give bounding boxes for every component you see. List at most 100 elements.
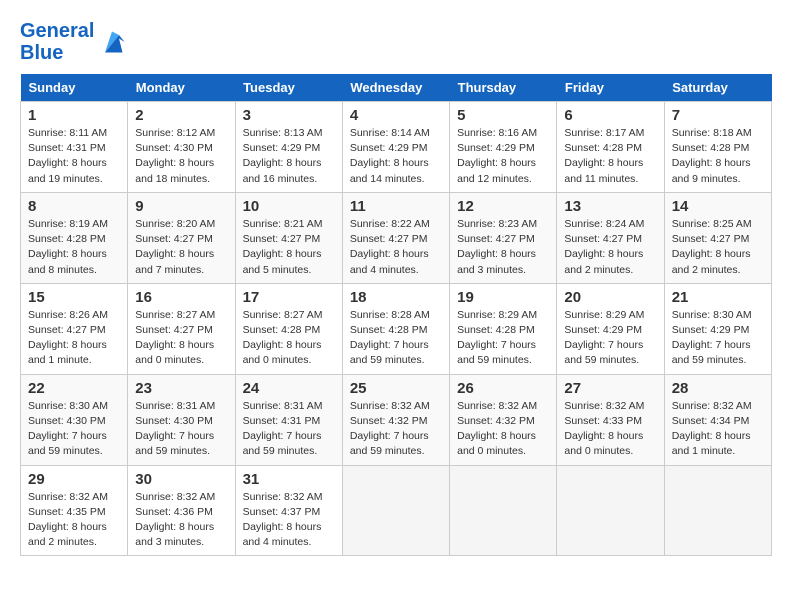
day-cell: 8 Sunrise: 8:19 AM Sunset: 4:28 PM Daylig…: [21, 192, 128, 283]
day-info: Sunrise: 8:22 AM Sunset: 4:27 PM Dayligh…: [350, 217, 442, 278]
day-number: 18: [350, 289, 442, 306]
day-cell: 26 Sunrise: 8:32 AM Sunset: 4:32 PM Dayli…: [450, 374, 557, 465]
day-info: Sunrise: 8:13 AM Sunset: 4:29 PM Dayligh…: [243, 126, 335, 187]
day-cell: 23Sunrise: 8:31 AM Sunset: 4:30 PM Dayli…: [128, 374, 235, 465]
day-cell: 31 Sunrise: 8:32 AM Sunset: 4:37 PM Dayli…: [235, 465, 342, 556]
day-cell: 21 Sunrise: 8:30 AM Sunset: 4:29 PM Dayli…: [664, 283, 771, 374]
day-info: Sunrise: 8:27 AM Sunset: 4:27 PM Dayligh…: [135, 308, 227, 369]
day-cell: 24 Sunrise: 8:31 AM Sunset: 4:31 PM Dayli…: [235, 374, 342, 465]
col-header-friday: Friday: [557, 74, 664, 102]
week-row-1: 1 Sunrise: 8:11 AM Sunset: 4:31 PM Daylig…: [21, 102, 772, 193]
day-number: 30: [135, 471, 227, 488]
day-number: 5: [457, 107, 549, 124]
day-info: Sunrise: 8:24 AM Sunset: 4:27 PM Dayligh…: [564, 217, 656, 278]
week-row-2: 8 Sunrise: 8:19 AM Sunset: 4:28 PM Daylig…: [21, 192, 772, 283]
day-cell: 11 Sunrise: 8:22 AM Sunset: 4:27 PM Dayli…: [342, 192, 449, 283]
day-cell: 27 Sunrise: 8:32 AM Sunset: 4:33 PM Dayli…: [557, 374, 664, 465]
page-header: General Blue: [20, 20, 772, 64]
day-info: Sunrise: 8:18 AM Sunset: 4:28 PM Dayligh…: [672, 126, 764, 187]
logo-icon: [98, 28, 126, 56]
day-cell: 14 Sunrise: 8:25 AM Sunset: 4:27 PM Dayli…: [664, 192, 771, 283]
day-number: 27: [564, 380, 656, 397]
day-cell: 3 Sunrise: 8:13 AM Sunset: 4:29 PM Daylig…: [235, 102, 342, 193]
day-info: Sunrise: 8:32 AM Sunset: 4:34 PM Dayligh…: [672, 399, 764, 460]
day-cell: 30 Sunrise: 8:32 AM Sunset: 4:36 PM Dayli…: [128, 465, 235, 556]
calendar-table: SundayMondayTuesdayWednesdayThursdayFrid…: [20, 74, 772, 556]
week-row-3: 15 Sunrise: 8:26 AM Sunset: 4:27 PM Dayli…: [21, 283, 772, 374]
day-info: Sunrise: 8:30 AM Sunset: 4:30 PM Dayligh…: [28, 399, 120, 460]
day-cell: 15 Sunrise: 8:26 AM Sunset: 4:27 PM Dayli…: [21, 283, 128, 374]
day-info: Sunrise: 8:29 AM Sunset: 4:28 PM Dayligh…: [457, 308, 549, 369]
day-number: 24: [243, 380, 335, 397]
day-info: Sunrise: 8:16 AM Sunset: 4:29 PM Dayligh…: [457, 126, 549, 187]
day-cell: 19 Sunrise: 8:29 AM Sunset: 4:28 PM Dayli…: [450, 283, 557, 374]
day-info: Sunrise: 8:32 AM Sunset: 4:35 PM Dayligh…: [28, 490, 120, 551]
col-header-saturday: Saturday: [664, 74, 771, 102]
day-info: Sunrise: 8:32 AM Sunset: 4:33 PM Dayligh…: [564, 399, 656, 460]
day-cell: 13 Sunrise: 8:24 AM Sunset: 4:27 PM Dayli…: [557, 192, 664, 283]
day-info: Sunrise: 8:32 AM Sunset: 4:37 PM Dayligh…: [243, 490, 335, 551]
day-info: Sunrise: 8:32 AM Sunset: 4:32 PM Dayligh…: [350, 399, 442, 460]
col-header-monday: Monday: [128, 74, 235, 102]
day-number: 17: [243, 289, 335, 306]
day-cell: [664, 465, 771, 556]
day-info: Sunrise: 8:29 AM Sunset: 4:29 PM Dayligh…: [564, 308, 656, 369]
day-cell: [342, 465, 449, 556]
day-cell: 12 Sunrise: 8:23 AM Sunset: 4:27 PM Dayli…: [450, 192, 557, 283]
day-number: 10: [243, 198, 335, 215]
day-number: 25: [350, 380, 442, 397]
day-cell: 5 Sunrise: 8:16 AM Sunset: 4:29 PM Daylig…: [450, 102, 557, 193]
day-number: 9: [135, 198, 227, 215]
day-number: 26: [457, 380, 549, 397]
day-cell: 1 Sunrise: 8:11 AM Sunset: 4:31 PM Daylig…: [21, 102, 128, 193]
day-info: Sunrise: 8:31 AM Sunset: 4:31 PM Dayligh…: [243, 399, 335, 460]
day-cell: 17 Sunrise: 8:27 AM Sunset: 4:28 PM Dayli…: [235, 283, 342, 374]
day-cell: 6 Sunrise: 8:17 AM Sunset: 4:28 PM Daylig…: [557, 102, 664, 193]
day-info: Sunrise: 8:27 AM Sunset: 4:28 PM Dayligh…: [243, 308, 335, 369]
col-header-tuesday: Tuesday: [235, 74, 342, 102]
day-cell: [557, 465, 664, 556]
day-info: Sunrise: 8:26 AM Sunset: 4:27 PM Dayligh…: [28, 308, 120, 369]
day-cell: 10 Sunrise: 8:21 AM Sunset: 4:27 PM Dayli…: [235, 192, 342, 283]
day-info: Sunrise: 8:31 AM Sunset: 4:30 PM Dayligh…: [135, 399, 227, 460]
day-number: 11: [350, 198, 442, 215]
day-info: Sunrise: 8:32 AM Sunset: 4:36 PM Dayligh…: [135, 490, 227, 551]
day-number: 3: [243, 107, 335, 124]
day-number: 7: [672, 107, 764, 124]
day-number: 8: [28, 198, 120, 215]
day-number: 19: [457, 289, 549, 306]
day-number: 16: [135, 289, 227, 306]
col-header-wednesday: Wednesday: [342, 74, 449, 102]
day-number: 6: [564, 107, 656, 124]
day-cell: 20Sunrise: 8:29 AM Sunset: 4:29 PM Dayli…: [557, 283, 664, 374]
day-info: Sunrise: 8:14 AM Sunset: 4:29 PM Dayligh…: [350, 126, 442, 187]
day-cell: 4Sunrise: 8:14 AM Sunset: 4:29 PM Daylig…: [342, 102, 449, 193]
day-info: Sunrise: 8:21 AM Sunset: 4:27 PM Dayligh…: [243, 217, 335, 278]
day-cell: 16 Sunrise: 8:27 AM Sunset: 4:27 PM Dayli…: [128, 283, 235, 374]
day-number: 21: [672, 289, 764, 306]
day-info: Sunrise: 8:25 AM Sunset: 4:27 PM Dayligh…: [672, 217, 764, 278]
day-cell: [450, 465, 557, 556]
day-info: Sunrise: 8:32 AM Sunset: 4:32 PM Dayligh…: [457, 399, 549, 460]
day-number: 31: [243, 471, 335, 488]
day-number: 1: [28, 107, 120, 124]
day-info: Sunrise: 8:11 AM Sunset: 4:31 PM Dayligh…: [28, 126, 120, 187]
day-number: 2: [135, 107, 227, 124]
day-number: 12: [457, 198, 549, 215]
day-cell: 2Sunrise: 8:12 AM Sunset: 4:30 PM Daylig…: [128, 102, 235, 193]
day-cell: 22Sunrise: 8:30 AM Sunset: 4:30 PM Dayli…: [21, 374, 128, 465]
day-cell: 25 Sunrise: 8:32 AM Sunset: 4:32 PM Dayli…: [342, 374, 449, 465]
day-info: Sunrise: 8:30 AM Sunset: 4:29 PM Dayligh…: [672, 308, 764, 369]
day-number: 13: [564, 198, 656, 215]
day-info: Sunrise: 8:23 AM Sunset: 4:27 PM Dayligh…: [457, 217, 549, 278]
day-info: Sunrise: 8:19 AM Sunset: 4:28 PM Dayligh…: [28, 217, 120, 278]
day-number: 15: [28, 289, 120, 306]
header-row: SundayMondayTuesdayWednesdayThursdayFrid…: [21, 74, 772, 102]
day-number: 28: [672, 380, 764, 397]
logo: General Blue: [20, 20, 126, 64]
day-info: Sunrise: 8:17 AM Sunset: 4:28 PM Dayligh…: [564, 126, 656, 187]
day-info: Sunrise: 8:28 AM Sunset: 4:28 PM Dayligh…: [350, 308, 442, 369]
week-row-4: 22Sunrise: 8:30 AM Sunset: 4:30 PM Dayli…: [21, 374, 772, 465]
day-number: 14: [672, 198, 764, 215]
day-info: Sunrise: 8:20 AM Sunset: 4:27 PM Dayligh…: [135, 217, 227, 278]
